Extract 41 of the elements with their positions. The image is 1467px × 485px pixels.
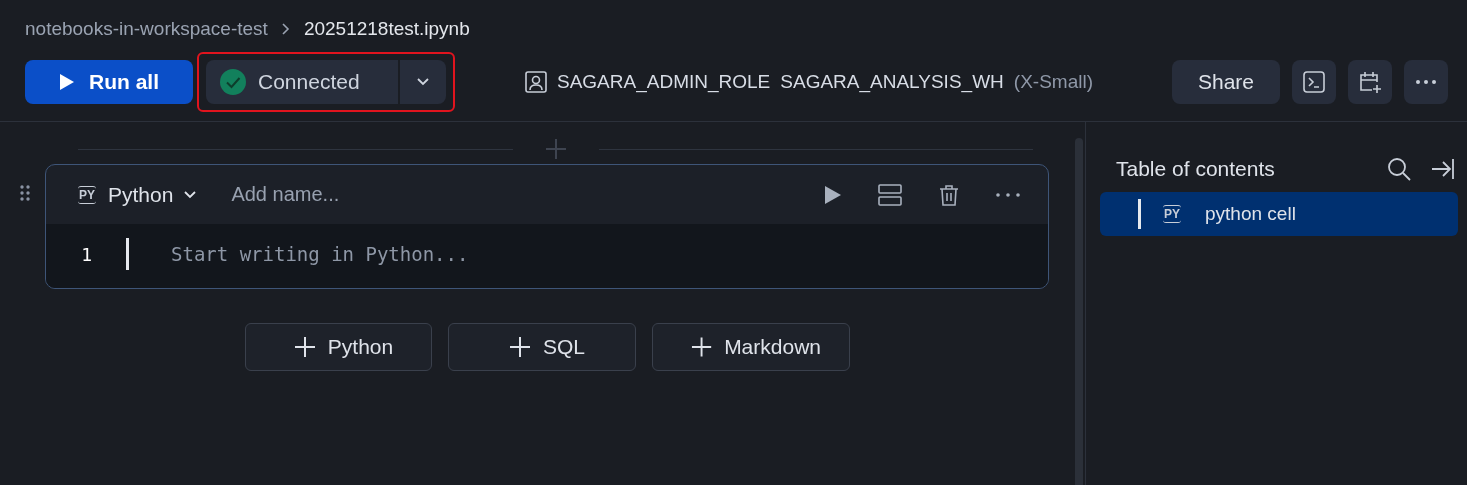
- warehouse-name: SAGARA_ANALYSIS_WH: [780, 71, 1004, 93]
- chevron-right-icon: [281, 23, 290, 35]
- schedule-button[interactable]: [1348, 60, 1392, 104]
- collapse-panel-icon[interactable]: [1431, 158, 1455, 180]
- split-icon[interactable]: [878, 183, 902, 206]
- line-number: 1: [80, 243, 92, 265]
- terminal-icon: [1303, 71, 1325, 93]
- terminal-button[interactable]: [1292, 60, 1336, 104]
- search-icon[interactable]: [1387, 157, 1411, 181]
- cell-name-field[interactable]: Add name...: [229, 182, 494, 207]
- code-placeholder[interactable]: Start writing in Python...: [171, 243, 469, 265]
- python-badge: PY: [1163, 205, 1181, 223]
- play-icon[interactable]: [824, 184, 842, 205]
- more-icon[interactable]: [996, 192, 1020, 197]
- warehouse-size: (X-Small): [1013, 71, 1093, 93]
- play-icon: [59, 73, 75, 91]
- toc-item-label: python cell: [1205, 203, 1296, 225]
- more-button[interactable]: [1404, 60, 1448, 104]
- calendar-plus-icon: [1358, 70, 1382, 94]
- chevron-down-icon: [416, 77, 430, 87]
- add-cell-button[interactable]: Markdown: [652, 323, 850, 371]
- user-icon: [525, 71, 547, 93]
- chevron-down-icon: [183, 189, 198, 200]
- language-dropdown[interactable]: PY Python: [78, 182, 198, 207]
- panel-title: Table of contents: [1116, 157, 1276, 181]
- plus-icon: [509, 336, 531, 358]
- breadcrumb-link[interactable]: notebooks-in-workspace-test: [25, 18, 268, 40]
- add-cell-icon[interactable]: [544, 138, 567, 160]
- drag-handle-icon[interactable]: [19, 184, 31, 202]
- toc-item[interactable]: PY python cell: [1100, 192, 1458, 236]
- plus-icon: [293, 336, 316, 358]
- plus-icon: [691, 336, 713, 358]
- role-name: SAGARA_ADMIN_ROLE: [557, 71, 771, 93]
- share-button[interactable]: Share: [1172, 60, 1280, 104]
- trash-icon[interactable]: [938, 183, 960, 206]
- add-cell-button[interactable]: Python: [245, 323, 432, 371]
- more-icon: [1416, 80, 1436, 84]
- add-cell-button[interactable]: SQL: [448, 323, 636, 371]
- run-all-button[interactable]: Run all: [25, 60, 193, 104]
- python-badge: PY: [78, 185, 96, 204]
- file-name: 20251218test.ipynb: [303, 18, 470, 40]
